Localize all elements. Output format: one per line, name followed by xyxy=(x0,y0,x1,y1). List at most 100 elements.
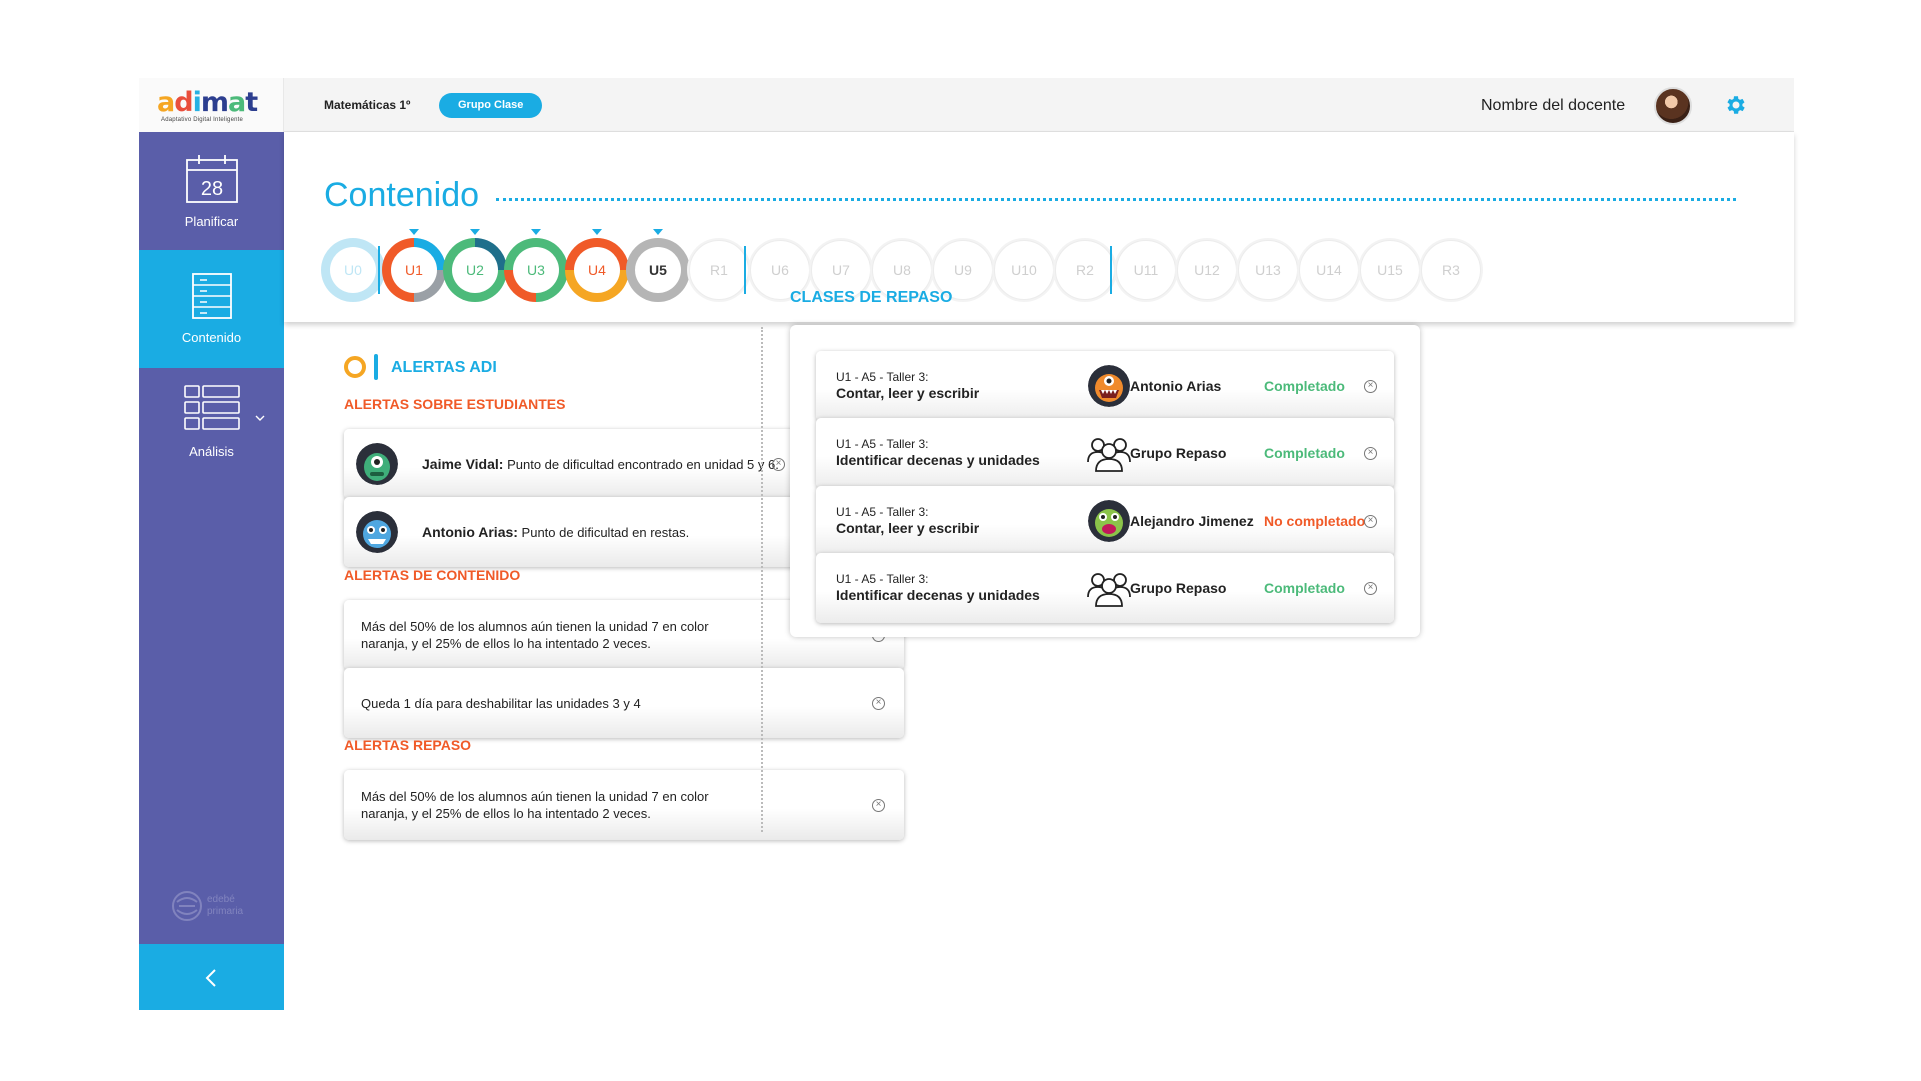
unit-label: U4 xyxy=(588,262,606,278)
unit-u3[interactable]: U3 xyxy=(504,229,568,302)
unit-label: U2 xyxy=(466,262,484,278)
unit-u2[interactable]: U2 xyxy=(443,229,507,302)
logo-wordmark: adimat xyxy=(157,87,258,118)
close-icon[interactable]: × xyxy=(772,458,785,471)
unit-u10: U10 xyxy=(992,238,1056,302)
unit-u12: U12 xyxy=(1175,238,1239,302)
column-divider xyxy=(761,327,763,832)
content-alert-text: Más del 50% de los alumnos aún tienen la… xyxy=(361,619,709,651)
unit-r1: R1 xyxy=(687,238,751,302)
unit-label: R2 xyxy=(1076,262,1094,278)
status-badge: Completado xyxy=(1264,580,1345,596)
content-alerts-label: ALERTAS DE CONTENIDO xyxy=(344,567,521,583)
green-monster-avatar xyxy=(1088,500,1130,542)
publisher-logo-text: edebé primaria xyxy=(207,894,244,917)
review-class-row[interactable]: U1 - A5 - Taller 3: Identificar decenas … xyxy=(816,418,1394,488)
content-alert-card[interactable]: Queda 1 día para deshabilitar las unidad… xyxy=(344,668,904,738)
unit-label: U13 xyxy=(1255,262,1281,278)
sidebar-item-planificar[interactable]: 28 Planificar xyxy=(139,132,284,250)
unit-label: R3 xyxy=(1442,262,1460,278)
unit-u5[interactable]: U5 xyxy=(626,229,690,302)
student-alert-text: Antonio Arias: Punto de dificultad en re… xyxy=(422,524,690,540)
unit-label: U3 xyxy=(527,262,545,278)
teacher-avatar[interactable] xyxy=(1654,87,1692,125)
adi-bar-icon xyxy=(374,354,378,380)
unit-group-divider xyxy=(744,246,746,294)
unit-label: U0 xyxy=(344,262,362,278)
unit-caret-icon xyxy=(653,229,663,235)
sidebar-item-contenido[interactable]: Contenido xyxy=(139,250,284,368)
subject-label: Matemáticas 1º xyxy=(324,98,411,112)
class-code: U1 - A5 - Taller 3: xyxy=(836,572,929,586)
review-class-row[interactable]: U1 - A5 - Taller 3: Contar, leer y escri… xyxy=(816,486,1394,556)
unit-label: U12 xyxy=(1194,262,1220,278)
unit-u4[interactable]: U4 xyxy=(565,229,629,302)
sidebar-item-label: Contenido xyxy=(181,330,242,345)
review-alert-card[interactable]: Más del 50% de los alumnos aún tienen la… xyxy=(344,770,904,840)
review-class-row[interactable]: U1 - A5 - Taller 3: Identificar decenas … xyxy=(816,553,1394,623)
unit-group-divider xyxy=(1110,246,1112,294)
content-alert-text: Queda 1 día para deshabilitar las unidad… xyxy=(361,696,641,711)
unit-caret-icon xyxy=(531,229,541,235)
unit-label: R1 xyxy=(710,262,728,278)
class-code: U1 - A5 - Taller 3: xyxy=(836,370,929,384)
close-icon[interactable]: × xyxy=(1364,515,1377,528)
alerts-header: ALERTAS ADI xyxy=(344,354,544,384)
app-window: adimat Adaptativo Digital Inteligente Ma… xyxy=(139,78,1794,1010)
unit-label: U10 xyxy=(1011,262,1037,278)
gear-icon[interactable] xyxy=(1723,93,1747,117)
calendar-day: 28 xyxy=(201,178,223,200)
unit-u14: U14 xyxy=(1297,238,1361,302)
review-class-row[interactable]: U1 - A5 - Taller 3: Contar, leer y escri… xyxy=(816,351,1394,421)
alerts-title: ALERTAS ADI xyxy=(391,359,497,376)
publisher-logo: edebé primaria xyxy=(171,890,257,930)
status-badge: No completado xyxy=(1264,513,1366,529)
adi-ring-icon xyxy=(344,356,366,378)
chevron-down-icon[interactable] xyxy=(255,414,265,422)
document-stack-icon xyxy=(192,273,232,319)
unit-selector: U0 U1 U2 U3 U4 U5 R1 U6 U7 U8 U9 U10 R2 U11 U12 U13 U14 U… xyxy=(284,229,1794,312)
assignee-name: Grupo Repaso xyxy=(1130,445,1227,461)
close-icon[interactable]: × xyxy=(1364,582,1377,595)
assignee-name: Alejandro Jimenez xyxy=(1130,513,1254,529)
calendar-icon: 28 xyxy=(186,155,238,203)
unit-u13: U13 xyxy=(1236,238,1300,302)
unit-u1[interactable]: U1 xyxy=(382,229,446,302)
close-icon[interactable]: × xyxy=(1364,380,1377,393)
close-icon[interactable]: × xyxy=(872,799,885,812)
app-logo[interactable]: adimat Adaptativo Digital Inteligente xyxy=(139,78,284,132)
title-divider xyxy=(496,198,1736,201)
review-alerts-label: ALERTAS REPASO xyxy=(344,737,472,753)
sidebar: 28 Planificar Contenido Análisis edebé p… xyxy=(139,132,284,1010)
sidebar-item-label: Planificar xyxy=(184,214,239,229)
unit-u11: U11 xyxy=(1114,238,1178,302)
page-title: Contenido xyxy=(324,176,480,214)
top-bar: adimat Adaptativo Digital Inteligente Ma… xyxy=(139,78,1794,132)
class-code: U1 - A5 - Taller 3: xyxy=(836,437,929,451)
unit-r2: R2 xyxy=(1053,238,1117,302)
chevron-left-icon xyxy=(205,969,216,987)
unit-r3: R3 xyxy=(1419,238,1483,302)
unit-caret-icon xyxy=(470,229,480,235)
publisher-logo-icon xyxy=(172,891,202,921)
status-badge: Completado xyxy=(1264,378,1345,394)
unit-u0[interactable]: U0 xyxy=(321,238,385,302)
close-icon[interactable]: × xyxy=(872,697,885,710)
unit-label: U5 xyxy=(649,262,667,278)
unit-label: U1 xyxy=(405,262,423,278)
collapse-sidebar-button[interactable] xyxy=(139,944,284,1010)
class-code: U1 - A5 - Taller 3: xyxy=(836,505,929,519)
sidebar-item-analisis[interactable]: Análisis xyxy=(139,368,284,486)
class-name: Contar, leer y escribir xyxy=(836,385,980,401)
review-classes-title: CLASES DE REPASO xyxy=(790,289,953,306)
class-name: Contar, leer y escribir xyxy=(836,520,980,536)
unit-label: U14 xyxy=(1316,262,1342,278)
sidebar-item-label: Análisis xyxy=(189,444,234,459)
close-icon[interactable]: × xyxy=(1364,447,1377,460)
unit-label: U15 xyxy=(1377,262,1403,278)
unit-caret-icon xyxy=(592,229,602,235)
group-selector-button[interactable]: Grupo Clase xyxy=(439,93,543,118)
assignee-name: Grupo Repaso xyxy=(1130,580,1227,596)
review-classes-panel: U1 - A5 - Taller 3: Contar, leer y escri… xyxy=(790,325,1420,637)
unit-group-divider xyxy=(378,246,380,294)
